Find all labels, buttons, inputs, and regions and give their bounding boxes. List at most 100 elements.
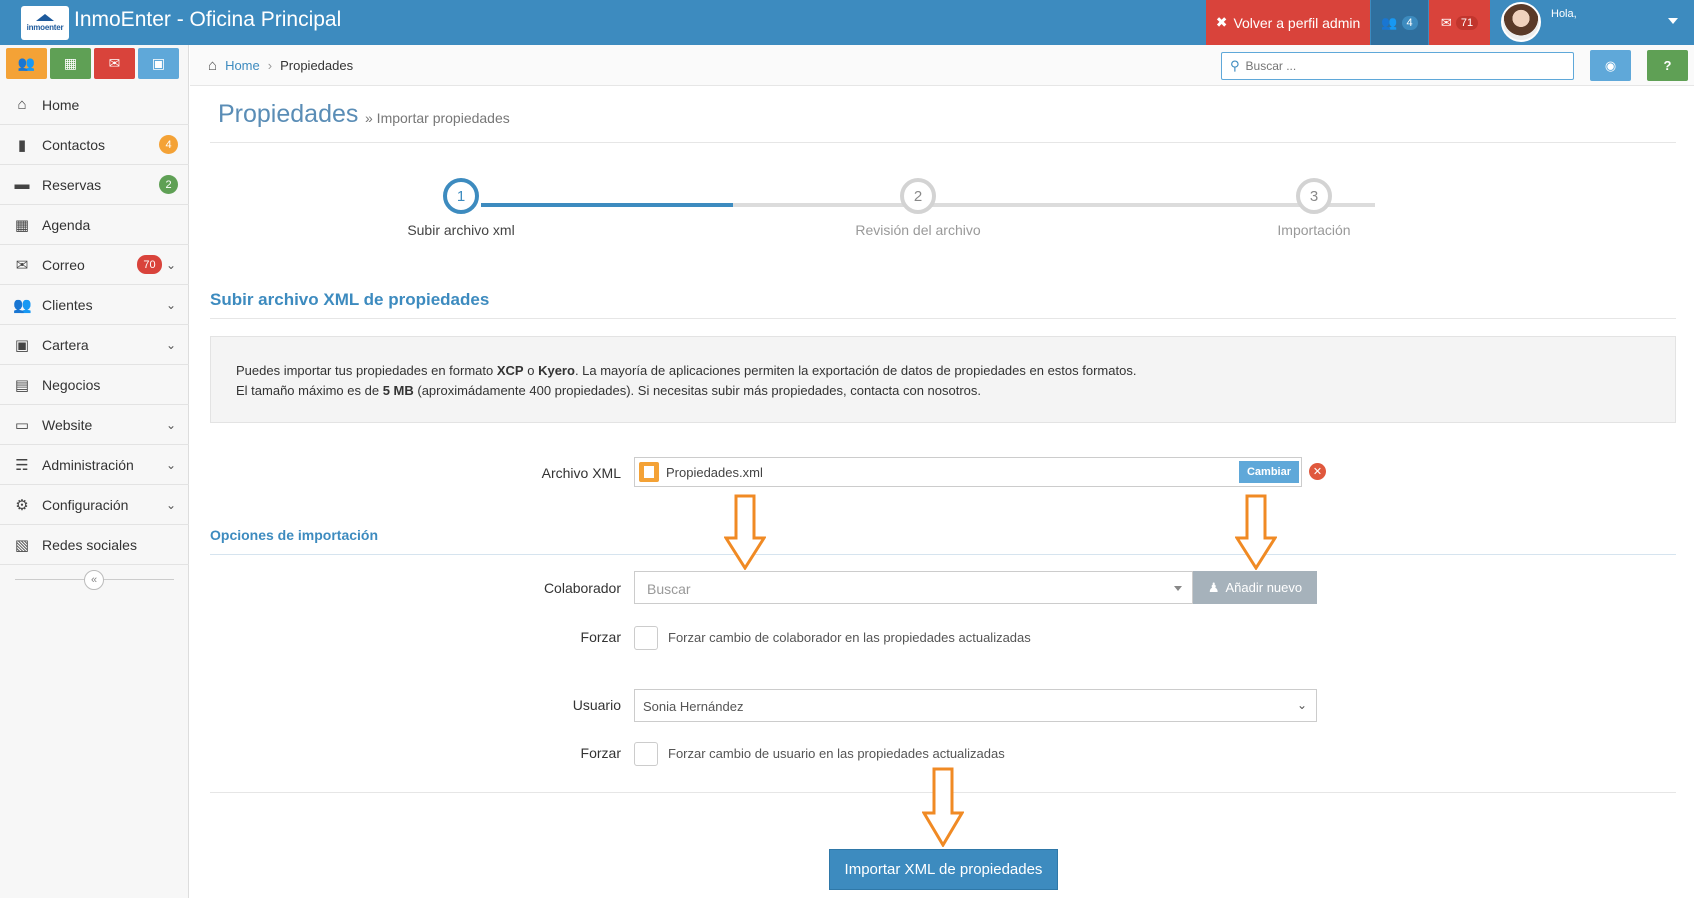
info-text: (aproximádamente 400 propiedades). Si ne… [413,383,982,398]
share-icon: ▧ [14,536,30,554]
help-button[interactable]: ? [1647,50,1688,81]
file-label: Archivo XML [541,465,621,481]
import-xml-button[interactable]: Importar XML de propiedades [829,849,1058,890]
page-title: Propiedades [218,100,359,128]
force-collaborator-checkbox[interactable] [634,626,658,650]
file-icon [639,462,659,482]
collapse-sidebar-button[interactable]: « [84,570,104,590]
divider [210,554,1676,555]
quick-calendar-button[interactable]: ▦ [50,48,91,79]
briefcase-icon: ▣ [151,55,166,71]
info-line-1: Puedes importar tus propiedades en forma… [236,361,1650,381]
user-icon: ♟ [1207,579,1220,595]
breadcrumb-home-link[interactable]: Home [225,58,260,73]
sidebar-item-label: Negocios [42,376,101,393]
force-collaborator-text: Forzar cambio de colaborador en las prop… [668,630,1031,645]
step-2-circle: 2 [900,178,936,214]
users-icon: 👥 [13,296,32,314]
options-heading: Opciones de importación [210,527,379,543]
globe-button[interactable]: ◉ [1590,50,1631,81]
force-user-checkbox[interactable] [634,742,658,766]
sidebar: 👥 ▦ ✉ ▣ ⌂ Home ▮ Contactos 4 ▬ Reservas … [0,45,189,898]
sidebar-item-cartera[interactable]: ▣ Cartera ⌄ [0,325,189,365]
breadcrumb-separator-icon: › [267,58,273,73]
gears-icon: ⚙ [15,496,29,514]
users-icon: 👥 [1381,14,1398,30]
quick-mail-button[interactable]: ✉ [94,48,135,79]
sidebar-item-label: Correo [42,256,85,273]
upload-heading: Subir archivo XML de propiedades [210,290,490,309]
sidebar-item-reservas[interactable]: ▬ Reservas 2 [0,165,189,205]
collaborator-select[interactable]: Buscar [634,571,1193,604]
search-input[interactable] [1245,59,1546,73]
envelope-icon: ✉ [1440,14,1452,30]
info-text: . La mayoría de aplicaciones permiten la… [574,363,1137,378]
back-to-admin-label: Volver a perfil admin [1233,14,1361,31]
sidebar-collapse: « [0,565,189,595]
info-text: o [523,363,539,378]
quick-briefcase-button[interactable]: ▣ [138,48,179,79]
remove-file-button[interactable]: ✕ [1309,463,1326,480]
back-to-admin-button[interactable]: ✖ Volver a perfil admin [1206,0,1370,45]
sidebar-item-label: Redes sociales [42,536,137,553]
info-panel: Puedes importar tus propiedades en forma… [210,336,1676,423]
envelope-icon: ✉ [108,55,121,71]
info-text: El tamaño máximo es de [236,383,383,398]
sidebar-item-agenda[interactable]: ▦ Agenda [0,205,189,245]
file-name: Propiedades.xml [666,465,763,480]
force-user-label: Forzar [580,745,621,761]
search-box: ⚲ [1221,52,1574,80]
info-max-size: 5 MB [382,383,414,398]
sidebar-item-home[interactable]: ⌂ Home [0,85,189,125]
globe-icon: ◉ [1604,57,1617,73]
sidebar-item-label: Reservas [42,176,102,193]
sidebar-item-label: Website [42,416,93,433]
question-icon: ? [1663,58,1672,73]
breadcrumb-current: Propiedades [280,58,354,73]
correo-badge: 70 [137,255,162,274]
force-user-text: Forzar cambio de usuario en las propieda… [668,746,1005,761]
change-file-button[interactable]: Cambiar [1239,461,1299,483]
house-icon [36,14,54,21]
app-logo[interactable]: inmoenter [21,6,69,40]
mail-notifications-button[interactable]: ✉ 71 [1429,0,1490,45]
sidebar-item-correo[interactable]: ✉ Correo 70 ⌄ [0,245,189,285]
sidebar-item-clientes[interactable]: 👥 Clientes ⌄ [0,285,189,325]
collaborator-label: Colaborador [543,580,621,596]
user-select[interactable]: Sonia Hernández ⌄ [634,689,1317,722]
comment-icon: ▮ [17,136,27,154]
quick-actions: 👥 ▦ ✉ ▣ [6,48,179,79]
user-menu[interactable]: Hola, [1491,0,1694,45]
sidebar-item-website[interactable]: ▭ Website ⌄ [0,405,189,445]
sidebar-item-redes-sociales[interactable]: ▧ Redes sociales [0,525,189,565]
step-1-label: Subir archivo xml [407,222,515,238]
sidebar-item-negocios[interactable]: ▤ Negocios [0,365,189,405]
file-input[interactable]: Propiedades.xml Cambiar [634,457,1302,487]
chevron-down-icon: ⌄ [165,297,176,312]
money-icon: ▤ [14,376,30,394]
double-chevron-left-icon: « [90,574,98,586]
annotation-arrow-down-icon [1235,494,1277,570]
user-greeting: Hola, [1551,8,1577,20]
mail-count-badge: 71 [1455,15,1479,30]
sidebar-item-label: Contactos [42,136,106,153]
sidebar-item-label: Agenda [42,216,91,233]
add-collaborator-button[interactable]: ♟ Añadir nuevo [1193,571,1317,604]
users-notifications-button[interactable]: 👥 4 [1371,0,1428,45]
quick-contacts-button[interactable]: 👥 [6,48,47,79]
contactos-badge: 4 [159,135,178,154]
breadcrumb-bar: ⌂ Home › Propiedades ⚲ ◉ ? [190,45,1694,86]
info-format-kyero: Kyero [538,363,575,378]
step-3-label: Importación [1277,222,1351,238]
sidebar-item-label: Clientes [42,296,93,313]
logo-text: inmoenter [26,23,64,32]
calendar-icon: ▦ [14,216,30,234]
sidebar-item-label: Configuración [42,496,129,513]
sidebar-item-label: Home [42,96,80,113]
sidebar-item-configuracion[interactable]: ⚙ Configuración ⌄ [0,485,189,525]
caret-down-icon [1668,18,1678,24]
stepper-progress [481,203,733,207]
sidebar-item-administracion[interactable]: ☴ Administración ⌄ [0,445,189,485]
chevron-down-icon: ⌄ [165,417,176,432]
sidebar-item-contactos[interactable]: ▮ Contactos 4 [0,125,189,165]
